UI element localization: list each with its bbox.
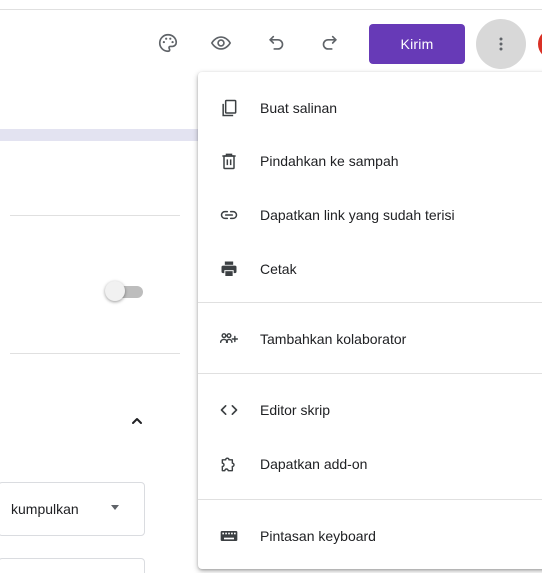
- menu-item-add-collaborators[interactable]: Tambahkan kolaborator: [198, 319, 542, 359]
- copy-icon: [218, 97, 240, 119]
- section-header-band: [0, 129, 210, 141]
- menu-item-label: Cetak: [260, 261, 297, 277]
- send-button-label: Kirim: [400, 36, 434, 52]
- more-options-button[interactable]: [476, 19, 526, 69]
- more-vert-icon: [499, 37, 503, 51]
- menu-divider: [198, 373, 542, 374]
- undo-icon[interactable]: [264, 30, 290, 56]
- menu-item-label: Buat salinan: [260, 100, 338, 116]
- eye-icon[interactable]: [208, 30, 234, 56]
- menu-item-label: Dapatkan link yang sudah terisi: [260, 207, 455, 223]
- menu-item-script-editor[interactable]: Editor skrip: [198, 390, 542, 430]
- menu-item-label: Tambahkan kolaborator: [260, 331, 407, 347]
- menu-item-label: Pindahkan ke sampah: [260, 153, 399, 169]
- menu-item-label: Dapatkan add-on: [260, 456, 368, 472]
- menu-item-move-to-trash[interactable]: Pindahkan ke sampah: [198, 141, 542, 181]
- menu-item-get-add-ons[interactable]: Dapatkan add-on: [198, 444, 542, 484]
- response-select-value: kumpulkan: [11, 501, 79, 517]
- more-options-menu: Buat salinan Pindahkan ke sampah Dapatka…: [198, 72, 542, 569]
- header-divider: [0, 9, 542, 10]
- trash-icon: [218, 150, 240, 172]
- settings-toggle[interactable]: [105, 281, 145, 301]
- add-collaborator-icon: [218, 328, 240, 350]
- menu-item-make-copy[interactable]: Buat salinan: [198, 88, 542, 128]
- menu-item-get-prefilled-link[interactable]: Dapatkan link yang sudah terisi: [198, 195, 542, 235]
- chevron-up-icon[interactable]: [128, 412, 146, 430]
- avatar[interactable]: [538, 29, 542, 59]
- settings-divider: [10, 353, 180, 354]
- menu-item-label: Pintasan keyboard: [260, 528, 376, 544]
- menu-divider: [198, 302, 542, 303]
- send-button[interactable]: Kirim: [369, 24, 465, 64]
- response-select[interactable]: kumpulkan: [0, 482, 145, 536]
- code-icon: [218, 399, 240, 421]
- dropdown-arrow-icon: [111, 505, 119, 510]
- menu-item-keyboard-shortcuts[interactable]: Pintasan keyboard: [198, 516, 542, 556]
- menu-item-label: Editor skrip: [260, 402, 331, 418]
- secondary-select[interactable]: [0, 558, 145, 573]
- settings-divider: [10, 215, 180, 216]
- menu-divider: [198, 499, 542, 500]
- print-icon: [218, 258, 240, 280]
- toggle-thumb: [105, 281, 125, 301]
- menu-item-print[interactable]: Cetak: [198, 249, 542, 289]
- palette-icon[interactable]: [155, 30, 181, 56]
- keyboard-icon: [218, 525, 240, 547]
- forms-editor-page: Kirim kumpulkan Buat salinan Pindahkan k…: [0, 0, 542, 573]
- puzzle-icon: [218, 453, 240, 475]
- link-icon: [218, 204, 240, 226]
- redo-icon[interactable]: [316, 30, 342, 56]
